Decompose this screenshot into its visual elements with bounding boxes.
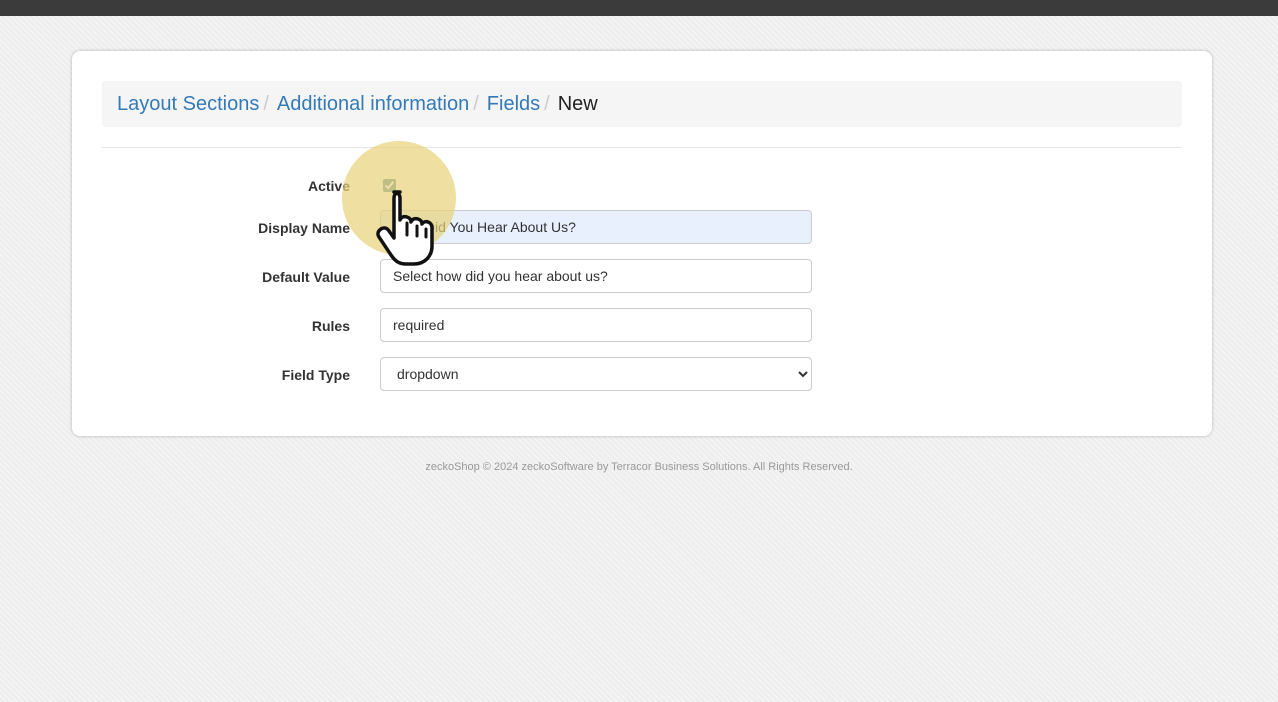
divider [102, 147, 1182, 148]
breadcrumb-current: New [557, 92, 598, 115]
breadcrumb-layout-sections[interactable]: Layout Sections [117, 93, 259, 116]
active-checkbox[interactable] [383, 179, 396, 192]
breadcrumb-fields[interactable]: Fields [487, 93, 540, 116]
rules-label: Rules [311, 318, 350, 334]
default-value-input[interactable] [380, 259, 812, 293]
content-panel: Layout Sections / Additional information… [72, 51, 1212, 436]
display-name-label: Display Name [258, 220, 350, 236]
default-value-label: Default Value [262, 269, 350, 285]
display-name-input[interactable] [380, 210, 812, 244]
breadcrumb: Layout Sections / Additional information… [102, 81, 1182, 127]
breadcrumb-separator: / [263, 92, 269, 115]
active-label: Active [307, 178, 350, 194]
rules-input[interactable] [380, 308, 812, 342]
breadcrumb-separator: / [473, 92, 479, 115]
top-bar [0, 0, 1278, 16]
footer-copyright: zeckoShop © 2024 zeckoSoftware by Terrac… [425, 461, 853, 473]
breadcrumb-separator: / [544, 92, 550, 115]
field-type-select[interactable]: dropdown [380, 357, 812, 391]
breadcrumb-additional-information[interactable]: Additional information [277, 93, 469, 116]
field-type-label: Field Type [281, 367, 350, 383]
